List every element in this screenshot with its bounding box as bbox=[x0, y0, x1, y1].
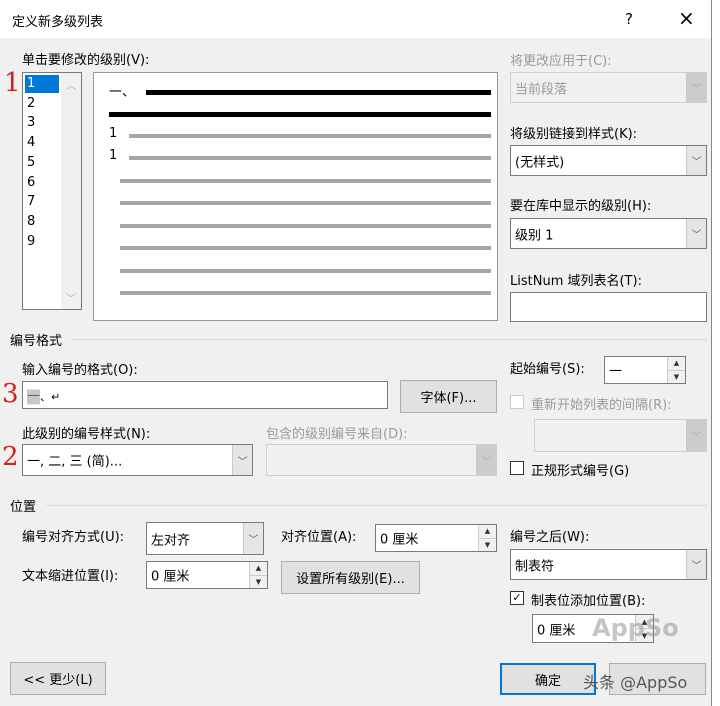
legal-style-checkbox[interactable] bbox=[510, 461, 524, 475]
level-item-8[interactable]: 8 bbox=[25, 213, 59, 231]
list-preview: 一、 1 1 bbox=[93, 72, 498, 321]
annotation-1: 1 bbox=[4, 68, 21, 98]
level-item-2[interactable]: 2 bbox=[25, 95, 59, 113]
set-all-levels-button[interactable]: 设置所有级别(E)... bbox=[281, 561, 420, 594]
watermark-caption: 头条 @AppSo bbox=[583, 673, 688, 692]
aligned-at-spinner[interactable]: 0 厘米 ▲ ▼ bbox=[375, 524, 497, 552]
level-item-1[interactable]: 1 bbox=[25, 75, 59, 93]
alignment-dropdown[interactable]: 左对齐 ﹀ bbox=[146, 522, 264, 555]
levels-label: 单击要修改的级别(V): bbox=[22, 53, 150, 68]
tab-stop-checkbox[interactable]: ✓ bbox=[510, 591, 524, 605]
spin-up-icon[interactable]: ▲ bbox=[479, 525, 496, 538]
position-section: 位置 bbox=[10, 500, 37, 515]
aligned-at-label: 对齐位置(A): bbox=[281, 530, 357, 545]
spin-up-icon[interactable]: ▲ bbox=[668, 357, 685, 370]
level-item-3[interactable]: 3 bbox=[25, 114, 59, 132]
aligned-at-value: 0 厘米 bbox=[380, 532, 419, 548]
annotation-2: 2 bbox=[2, 442, 19, 472]
follow-number-value: 制表符 bbox=[515, 559, 555, 574]
font-button[interactable]: 字体(F)... bbox=[400, 380, 497, 413]
annotation-3: 3 bbox=[2, 379, 19, 409]
include-level-label: 包含的级别编号来自(D): bbox=[266, 427, 408, 442]
text-indent-spinner[interactable]: 0 厘米 ▲ ▼ bbox=[146, 561, 268, 589]
follow-number-dropdown[interactable]: 制表符 ﹀ bbox=[510, 549, 707, 580]
gallery-level-label: 要在库中显示的级别(H): bbox=[510, 199, 652, 214]
level-item-9[interactable]: 9 bbox=[25, 233, 59, 251]
ok-button[interactable]: 确定 bbox=[500, 663, 596, 695]
start-at-value: 一 bbox=[609, 364, 623, 380]
text-indent-value: 0 厘米 bbox=[151, 569, 190, 585]
gallery-level-value: 级别 1 bbox=[515, 228, 554, 243]
dialog-title: 定义新多级列表 bbox=[12, 15, 104, 30]
format-input[interactable]: 一、↵ bbox=[22, 381, 388, 409]
number-style-dropdown[interactable]: 一, 二, 三 (简)... ﹀ bbox=[22, 444, 253, 476]
apply-to-value: 当前段落 bbox=[515, 82, 568, 97]
format-text: 、↵ bbox=[40, 390, 61, 404]
legal-style-label: 正规形式编号(G) bbox=[531, 464, 630, 479]
scroll-up-icon[interactable]: ︿ bbox=[66, 77, 76, 92]
preview-level1-prefix: 一、 bbox=[109, 85, 136, 100]
alignment-value: 左对齐 bbox=[151, 533, 191, 548]
level-item-5[interactable]: 5 bbox=[25, 154, 59, 172]
chevron-down-icon: ﹀ bbox=[232, 445, 252, 475]
number-format-section: 编号格式 bbox=[10, 334, 63, 349]
text-indent-label: 文本缩进位置(I): bbox=[22, 569, 119, 584]
gallery-level-dropdown[interactable]: 级别 1 ﹀ bbox=[510, 218, 707, 249]
start-at-spinner[interactable]: 一 ▲ ▼ bbox=[604, 356, 686, 384]
less-button[interactable]: << 更少(L) bbox=[10, 662, 106, 695]
restart-checkbox[interactable] bbox=[510, 395, 524, 409]
listnum-label: ListNum 域列表名(T): bbox=[510, 274, 642, 289]
spin-down-icon[interactable]: ▼ bbox=[668, 369, 685, 384]
preview-level3-number: 1 bbox=[109, 148, 118, 163]
chevron-down-icon: ﹀ bbox=[686, 420, 706, 451]
alignment-label: 编号对齐方式(U): bbox=[22, 530, 125, 545]
tab-stop-value: 0 厘米 bbox=[537, 623, 576, 638]
restart-dropdown[interactable]: ﹀ bbox=[534, 419, 707, 452]
restart-label: 重新开始列表的间隔(R): bbox=[531, 398, 672, 413]
number-style-label: 此级别的编号样式(N): bbox=[22, 427, 151, 442]
format-label: 输入编号的格式(O): bbox=[22, 363, 138, 378]
spin-up-icon[interactable]: ▲ bbox=[250, 562, 267, 575]
level-item-7[interactable]: 7 bbox=[25, 193, 59, 211]
dialog-border bbox=[711, 0, 712, 706]
preview-level2-number: 1 bbox=[109, 126, 118, 141]
level-item-6[interactable]: 6 bbox=[25, 174, 59, 192]
start-at-label: 起始编号(S): bbox=[510, 362, 585, 377]
title-bar bbox=[0, 0, 712, 38]
include-level-dropdown[interactable]: ﹀ bbox=[266, 444, 497, 476]
level-list[interactable]: 123456789 ︿ ﹀ bbox=[22, 72, 82, 310]
chevron-down-icon: ﹀ bbox=[243, 523, 263, 554]
chevron-down-icon: ﹀ bbox=[686, 219, 706, 248]
tab-stop-label: 制表位添加位置(B): bbox=[531, 594, 646, 609]
scroll-down-icon[interactable]: ﹀ bbox=[66, 290, 76, 305]
listnum-input[interactable] bbox=[510, 292, 707, 322]
level-item-4[interactable]: 4 bbox=[25, 134, 59, 152]
link-style-label: 将级别链接到样式(K): bbox=[510, 127, 638, 142]
level-list-scrollbar[interactable]: ︿ ﹀ bbox=[61, 73, 81, 309]
chevron-down-icon: ﹀ bbox=[686, 73, 706, 102]
link-style-value: (无样式) bbox=[515, 155, 565, 170]
watermark-logo: AppSo bbox=[592, 614, 679, 642]
number-style-value: 一, 二, 三 (简)... bbox=[27, 454, 123, 470]
spin-down-icon[interactable]: ▼ bbox=[479, 537, 496, 552]
background-document bbox=[712, 0, 720, 706]
close-button[interactable]: × bbox=[678, 6, 695, 30]
apply-to-label: 将更改应用于(C): bbox=[510, 54, 612, 69]
spin-down-icon[interactable]: ▼ bbox=[250, 574, 267, 589]
link-style-dropdown[interactable]: (无样式) ﹀ bbox=[510, 145, 707, 176]
help-button[interactable]: ? bbox=[625, 10, 633, 28]
apply-to-dropdown[interactable]: 当前段落 ﹀ bbox=[510, 72, 707, 103]
format-field-code: 一 bbox=[27, 389, 41, 405]
chevron-down-icon: ﹀ bbox=[686, 550, 706, 579]
follow-number-label: 编号之后(W): bbox=[510, 530, 590, 545]
chevron-down-icon: ﹀ bbox=[686, 146, 706, 175]
chevron-down-icon: ﹀ bbox=[476, 445, 496, 475]
